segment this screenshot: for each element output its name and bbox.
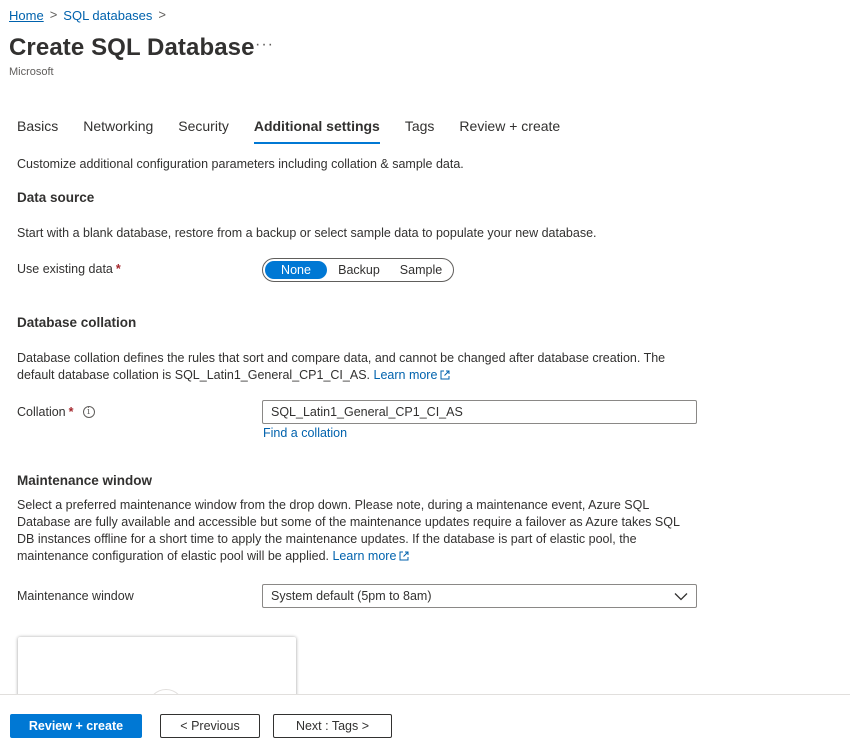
- find-a-collation-link[interactable]: Find a collation: [263, 426, 347, 440]
- tab-basics[interactable]: Basics: [17, 118, 58, 144]
- maintenance-description-line3: DB instances offline for a short time to…: [17, 532, 637, 546]
- intro-text: Customize additional configuration param…: [17, 157, 464, 171]
- maintenance-window-dropdown[interactable]: System default (5pm to 8am): [262, 584, 697, 608]
- option-backup[interactable]: Backup: [327, 261, 391, 279]
- database-collation-heading: Database collation: [17, 315, 137, 330]
- maintenance-learn-more-text: Learn more: [332, 549, 397, 563]
- maintenance-description-line2: Database are fully available and accessi…: [17, 515, 680, 529]
- use-existing-data-label: Use existing data *: [17, 262, 121, 276]
- breadcrumb-home-link[interactable]: Home: [9, 8, 44, 23]
- maintenance-window-heading: Maintenance window: [17, 473, 153, 488]
- previous-button[interactable]: < Previous: [160, 714, 260, 738]
- collation-label: Collation * i: [17, 405, 95, 419]
- maintenance-description: Select a preferred maintenance window fr…: [17, 497, 680, 565]
- page-title: Create SQL Database: [9, 34, 255, 61]
- collation-learn-more-link[interactable]: Learn more: [374, 368, 451, 382]
- breadcrumb-sql-databases-link[interactable]: SQL databases: [63, 8, 152, 23]
- option-sample[interactable]: Sample: [391, 261, 451, 279]
- external-link-icon: [440, 370, 450, 380]
- use-existing-data-toggle: None Backup Sample: [262, 258, 454, 282]
- footer-bar: Review + create < Previous Next : Tags >: [0, 694, 850, 749]
- tab-review-create[interactable]: Review + create: [459, 118, 560, 144]
- collation-label-text: Collation: [17, 405, 66, 419]
- tab-security[interactable]: Security: [178, 118, 229, 144]
- create-sql-database-page: Home > SQL databases > Create SQL Databa…: [0, 0, 850, 749]
- maintenance-window-selected-value: System default (5pm to 8am): [271, 589, 432, 603]
- chevron-right-icon: >: [49, 7, 58, 22]
- collation-input[interactable]: [262, 400, 697, 424]
- publisher-label: Microsoft: [9, 66, 54, 78]
- tab-tags[interactable]: Tags: [405, 118, 435, 144]
- collation-learn-more-text: Learn more: [373, 368, 438, 382]
- maintenance-description-line4: maintenance configuration of elastic poo…: [17, 549, 329, 563]
- maintenance-window-label-text: Maintenance window: [17, 589, 134, 603]
- tab-networking[interactable]: Networking: [83, 118, 153, 144]
- collation-description-line2: default database collation is SQL_Latin1…: [17, 368, 371, 382]
- info-icon[interactable]: i: [82, 406, 95, 418]
- external-link-icon: [399, 551, 409, 561]
- tab-additional-settings[interactable]: Additional settings: [253, 118, 380, 144]
- maintenance-window-label: Maintenance window: [17, 589, 134, 603]
- chevron-down-icon: [674, 593, 688, 601]
- required-asterisk: *: [68, 405, 74, 419]
- data-source-heading: Data source: [17, 190, 95, 205]
- collation-description: Database collation defines the rules tha…: [17, 350, 665, 384]
- chevron-right-icon: >: [158, 7, 167, 22]
- use-existing-data-label-text: Use existing data: [17, 262, 113, 276]
- breadcrumb: Home > SQL databases >: [9, 7, 167, 23]
- review-create-button[interactable]: Review + create: [10, 714, 142, 738]
- required-asterisk: *: [115, 262, 121, 276]
- data-source-description: Start with a blank database, restore fro…: [17, 226, 597, 240]
- maintenance-learn-more-link[interactable]: Learn more: [332, 549, 409, 563]
- maintenance-description-line1: Select a preferred maintenance window fr…: [17, 498, 650, 512]
- collation-description-line1: Database collation defines the rules tha…: [17, 351, 666, 365]
- tab-bar: Basics Networking Security Additional se…: [17, 118, 585, 144]
- more-options-icon[interactable]: ···: [255, 36, 274, 54]
- option-none[interactable]: None: [265, 261, 327, 279]
- next-tags-button[interactable]: Next : Tags >: [273, 714, 392, 738]
